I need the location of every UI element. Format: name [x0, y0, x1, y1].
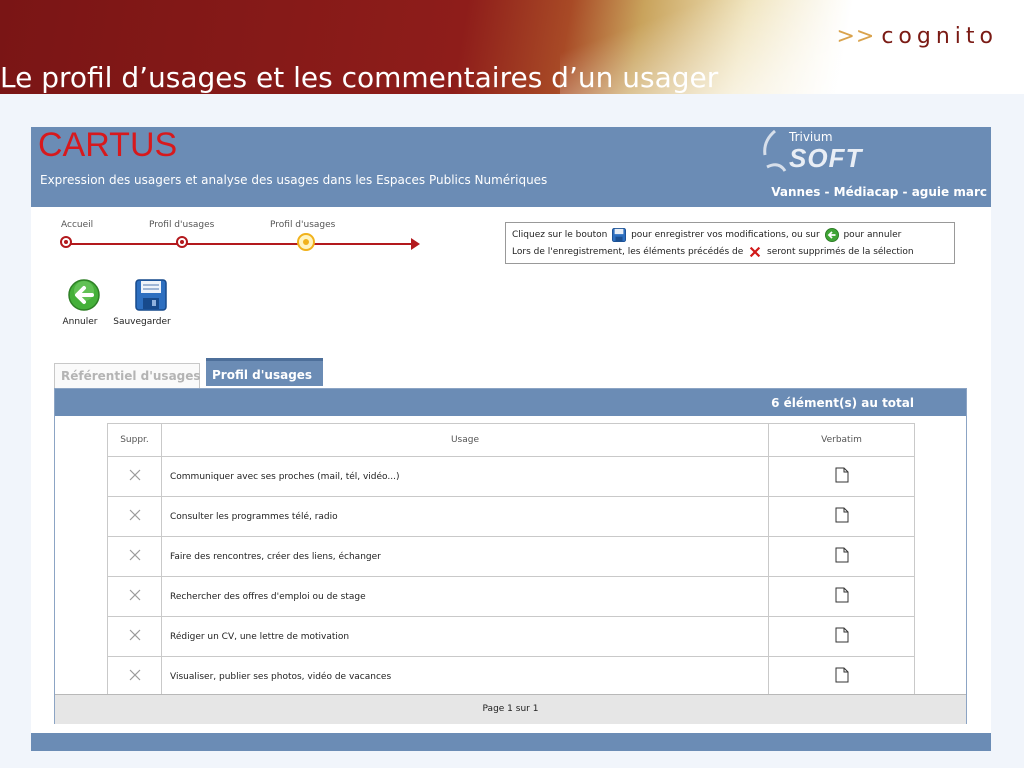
table-row: Faire des rencontres, créer des liens, é…: [107, 536, 915, 577]
partner-name-main: SOFT: [789, 143, 863, 173]
save-icon: [612, 227, 627, 242]
brand-name: cognito: [881, 24, 998, 49]
delete-x-icon: [749, 246, 761, 257]
verbatim-cell: [768, 536, 915, 577]
breadcrumb-step-profil[interactable]: [176, 236, 188, 248]
table-row: Rechercher des offres d'emploi ou de sta…: [107, 576, 915, 617]
breadcrumb-label-profil: Profil d'usages: [149, 220, 215, 230]
total-count: 6 élément(s) au total: [771, 396, 914, 410]
help-text: pour enregistrer vos modifications, ou s…: [631, 230, 820, 240]
breadcrumb-step-current: [297, 233, 315, 251]
delete-x-icon[interactable]: [129, 629, 141, 641]
verbatim-cell: [768, 656, 915, 697]
column-header-verbatim: Verbatim: [768, 423, 915, 457]
pager: Page 1 sur 1: [55, 694, 966, 724]
verbatim-cell: [768, 496, 915, 537]
save-label: Sauvegarder: [113, 317, 171, 327]
slide-title: Le profil d’usages et les commentaires d…: [0, 61, 719, 94]
breadcrumb-label-accueil: Accueil: [61, 220, 94, 230]
table-row: Communiquer avec ses proches (mail, tél,…: [107, 456, 915, 497]
suppr-cell: [107, 536, 162, 577]
table-row: Visualiser, publier ses photos, vidéo de…: [107, 656, 915, 697]
document-icon[interactable]: [835, 467, 849, 483]
usage-cell: Rédiger un CV, une lettre de motivation: [161, 616, 769, 657]
slide-header: >> cognito Le profil d’usages et les comm…: [0, 0, 1024, 94]
cancel-button[interactable]: Annuler: [57, 279, 103, 327]
document-icon[interactable]: [835, 667, 849, 683]
help-text: pour annuler: [843, 230, 902, 240]
help-line-2: Lors de l'enregistrement, les éléments p…: [512, 244, 948, 261]
suppr-cell: [107, 456, 162, 497]
cancel-label: Annuler: [62, 317, 98, 327]
breadcrumb-label-profil-current: Profil d'usages: [270, 220, 336, 230]
breadcrumb-line: [65, 243, 415, 245]
delete-x-icon[interactable]: [129, 669, 141, 681]
table-body: Communiquer avec ses proches (mail, tél,…: [107, 456, 915, 697]
brand-logo: >> cognito: [836, 24, 998, 49]
document-icon[interactable]: [835, 627, 849, 643]
suppr-cell: [107, 576, 162, 617]
breadcrumb-arrow-icon: [411, 238, 420, 250]
partner-name-top: Trivium: [789, 130, 833, 144]
app-banner: CARTUS Expression des usagers et analyse…: [31, 126, 991, 207]
app-window: CARTUS Expression des usagers et analyse…: [31, 126, 991, 751]
suppr-cell: [107, 496, 162, 537]
tab-profil[interactable]: Profil d'usages: [206, 358, 323, 386]
usage-cell: Communiquer avec ses proches (mail, tél,…: [161, 456, 769, 497]
footer-bar: [31, 733, 991, 751]
usage-table: Suppr. Usage Verbatim Communiquer avec s…: [107, 423, 915, 697]
help-box: Cliquez sur le bouton pour enregistrer v…: [505, 222, 955, 264]
delete-x-icon[interactable]: [129, 589, 141, 601]
document-icon[interactable]: [835, 587, 849, 603]
document-icon[interactable]: [835, 507, 849, 523]
user-info: Vannes - Médiacap - aguie marc: [771, 185, 987, 199]
app-tagline: Expression des usagers et analyse des us…: [40, 173, 548, 187]
usage-cell: Rechercher des offres d'emploi ou de sta…: [161, 576, 769, 617]
verbatim-cell: [768, 576, 915, 617]
help-text: Lors de l'enregistrement, les éléments p…: [512, 247, 744, 257]
usage-cell: Faire des rencontres, créer des liens, é…: [161, 536, 769, 577]
verbatim-cell: [768, 616, 915, 657]
panel-header: 6 élément(s) au total: [55, 389, 966, 416]
app-logo: CARTUS: [38, 126, 178, 164]
table-header-row: Suppr. Usage Verbatim: [107, 423, 915, 457]
document-icon[interactable]: [835, 547, 849, 563]
help-text: seront supprimés de la sélection: [767, 247, 914, 257]
table-row: Rédiger un CV, une lettre de motivation: [107, 616, 915, 657]
usage-cell: Visualiser, publier ses photos, vidéo de…: [161, 656, 769, 697]
back-arrow-icon: [824, 227, 839, 242]
breadcrumb: Accueil Profil d'usages Profil d'usages: [55, 220, 435, 260]
back-arrow-icon: [67, 279, 100, 311]
usage-cell: Consulter les programmes télé, radio: [161, 496, 769, 537]
help-line-1: Cliquez sur le bouton pour enregistrer v…: [512, 227, 948, 244]
column-header-suppr: Suppr.: [107, 423, 162, 457]
delete-x-icon[interactable]: [129, 549, 141, 561]
table-row: Consulter les programmes télé, radio: [107, 496, 915, 537]
delete-x-icon[interactable]: [129, 469, 141, 481]
column-header-usage: Usage: [161, 423, 769, 457]
brand-arrows: >>: [836, 24, 876, 49]
help-text: Cliquez sur le bouton: [512, 230, 608, 240]
tab-referentiel[interactable]: Référentiel d'usages: [54, 363, 201, 388]
breadcrumb-step-accueil[interactable]: [60, 236, 72, 248]
save-icon: [135, 279, 167, 311]
save-button[interactable]: Sauvegarder: [107, 279, 177, 327]
usage-panel: 6 élément(s) au total Suppr. Usage Verba…: [54, 388, 967, 724]
verbatim-cell: [768, 456, 915, 497]
delete-x-icon[interactable]: [129, 509, 141, 521]
suppr-cell: [107, 656, 162, 697]
suppr-cell: [107, 616, 162, 657]
